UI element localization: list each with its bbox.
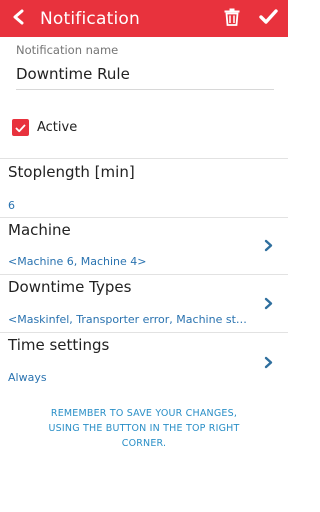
trash-icon <box>224 8 240 30</box>
back-arrow-icon <box>12 9 26 29</box>
top-app-bar: Notification <box>0 0 288 37</box>
downtime-types-value: <Maskinfel, Transporter error, Machine s… <box>8 313 247 326</box>
chevron-right-icon[interactable] <box>262 238 274 252</box>
stoplength-section[interactable]: Stoplength [min] 6 <box>0 159 288 217</box>
time-settings-value: Always <box>8 371 47 384</box>
time-settings-title: Time settings <box>8 336 110 354</box>
checkmark-icon <box>258 9 278 28</box>
back-button[interactable] <box>4 0 34 37</box>
machine-section[interactable]: Machine <Machine 6, Machine 4> <box>0 218 288 274</box>
downtime-types-title: Downtime Types <box>8 278 132 296</box>
delete-button[interactable] <box>214 0 250 37</box>
notification-name-input[interactable]: Downtime Rule <box>16 65 274 90</box>
stoplength-value: 6 <box>8 199 15 212</box>
machine-value: <Machine 6, Machine 4> <box>8 255 147 268</box>
page-title: Notification <box>40 8 140 29</box>
notification-name-label: Notification name <box>16 43 119 57</box>
time-settings-section[interactable]: Time settings Always <box>0 333 288 391</box>
save-button[interactable] <box>250 0 286 37</box>
save-reminder-text: REMEMBER TO SAVE YOUR CHANGES, USING THE… <box>48 408 240 449</box>
chevron-right-icon[interactable] <box>262 296 274 310</box>
active-checkbox-row[interactable]: Active <box>12 119 77 136</box>
downtime-types-section[interactable]: Downtime Types <Maskinfel, Transporter e… <box>0 275 288 332</box>
machine-title: Machine <box>8 221 71 239</box>
checkmark-icon <box>15 118 26 137</box>
chevron-right-icon[interactable] <box>262 355 274 369</box>
notification-name-group: Notification name Downtime Rule <box>16 43 274 90</box>
stoplength-title: Stoplength [min] <box>8 163 135 181</box>
active-label: Active <box>37 120 78 135</box>
active-checkbox[interactable] <box>12 119 29 136</box>
